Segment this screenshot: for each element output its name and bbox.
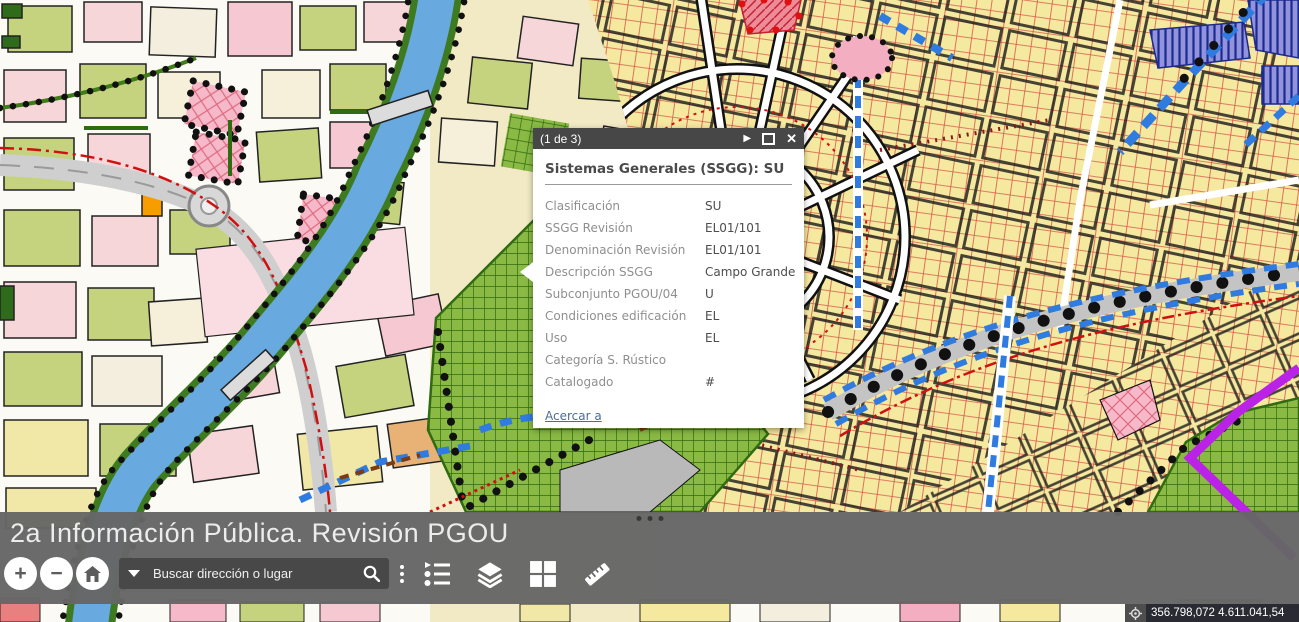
app-title: 2a Información Pública. Revisión PGOU <box>10 518 509 549</box>
measurement-button[interactable] <box>581 559 613 589</box>
field-label: Denominación Revisión <box>545 239 705 261</box>
field-value: EL <box>705 305 719 327</box>
field-label: Uso <box>545 327 705 349</box>
basemap-gallery-button[interactable] <box>529 560 557 588</box>
search-source-caret-icon[interactable] <box>128 570 140 577</box>
home-icon <box>84 566 101 582</box>
field-row: Denominación RevisiónEL01/101 <box>545 239 792 261</box>
maximize-icon[interactable] <box>762 133 775 145</box>
field-value: SU <box>705 195 721 217</box>
layers-button[interactable] <box>475 560 505 588</box>
field-row: UsoEL <box>545 327 792 349</box>
field-row: Condiciones edificaciónEL <box>545 305 792 327</box>
field-row: ClasificaciónSU <box>545 195 792 217</box>
field-row: Subconjunto PGOU/04U <box>545 283 792 305</box>
field-value: EL01/101 <box>705 217 761 239</box>
field-label: Descripción SSGG <box>545 261 705 283</box>
toolbar: + − <box>4 557 613 590</box>
coordinate-widget: 356.798,072 4.611.041,54 <box>1125 604 1299 622</box>
field-value: Campo Grande <box>705 261 795 283</box>
popup-title: Sistemas Generales (SSGG): SU <box>545 161 792 185</box>
field-label: Categoría S. Rústico <box>545 349 705 371</box>
field-label: Catalogado <box>545 371 705 393</box>
legend-icon <box>423 561 451 587</box>
field-label: Clasificación <box>545 195 705 217</box>
layers-icon <box>475 560 505 588</box>
field-value: EL <box>705 327 719 349</box>
field-row: Categoría S. Rústico <box>545 349 792 371</box>
basemap-gallery-icon <box>529 560 557 588</box>
attribute-table-handle[interactable] <box>636 516 663 521</box>
field-label: Subconjunto PGOU/04 <box>545 283 705 305</box>
popup-pagination: (1 de 3) <box>540 132 732 146</box>
more-tools-icon[interactable] <box>400 565 404 583</box>
popup-header: (1 de 3) ▶ ✕ <box>533 128 804 149</box>
app-stage: (1 de 3) ▶ ✕ Sistemas Generales (SSGG): … <box>0 0 1299 622</box>
zoom-in-button[interactable]: + <box>4 557 37 590</box>
feature-popup: (1 de 3) ▶ ✕ Sistemas Generales (SSGG): … <box>533 128 804 428</box>
field-row: Catalogado# <box>545 371 792 393</box>
field-row: SSGG RevisiónEL01/101 <box>545 217 792 239</box>
zoom-out-button[interactable]: − <box>40 557 73 590</box>
coordinate-readout: 356.798,072 4.611.041,54 <box>1146 604 1299 622</box>
measurement-icon <box>581 559 613 589</box>
field-value: # <box>705 371 715 393</box>
popup-body: Sistemas Generales (SSGG): SU Clasificac… <box>533 149 804 428</box>
close-icon[interactable]: ✕ <box>786 131 797 147</box>
search-input[interactable] <box>151 565 363 582</box>
popup-pointer <box>520 262 533 282</box>
legend-button[interactable] <box>423 561 451 587</box>
crosshair-icon <box>1129 607 1142 620</box>
search-box <box>119 558 389 589</box>
coordinate-crosshair-button[interactable] <box>1125 604 1146 622</box>
home-button[interactable] <box>76 557 109 590</box>
field-label: Condiciones edificación <box>545 305 705 327</box>
zoom-to-link[interactable]: Acercar a <box>545 409 602 423</box>
field-value: U <box>705 283 714 305</box>
field-value: EL01/101 <box>705 239 761 261</box>
bottom-bar: 2a Información Pública. Revisión PGOU + … <box>0 512 1299 604</box>
popup-fields: ClasificaciónSUSSGG RevisiónEL01/101Deno… <box>545 195 792 393</box>
search-icon[interactable] <box>363 565 380 582</box>
field-row: Descripción SSGGCampo Grande <box>545 261 792 283</box>
widget-buttons <box>423 559 613 589</box>
field-label: SSGG Revisión <box>545 217 705 239</box>
next-feature-icon[interactable]: ▶ <box>743 133 751 144</box>
